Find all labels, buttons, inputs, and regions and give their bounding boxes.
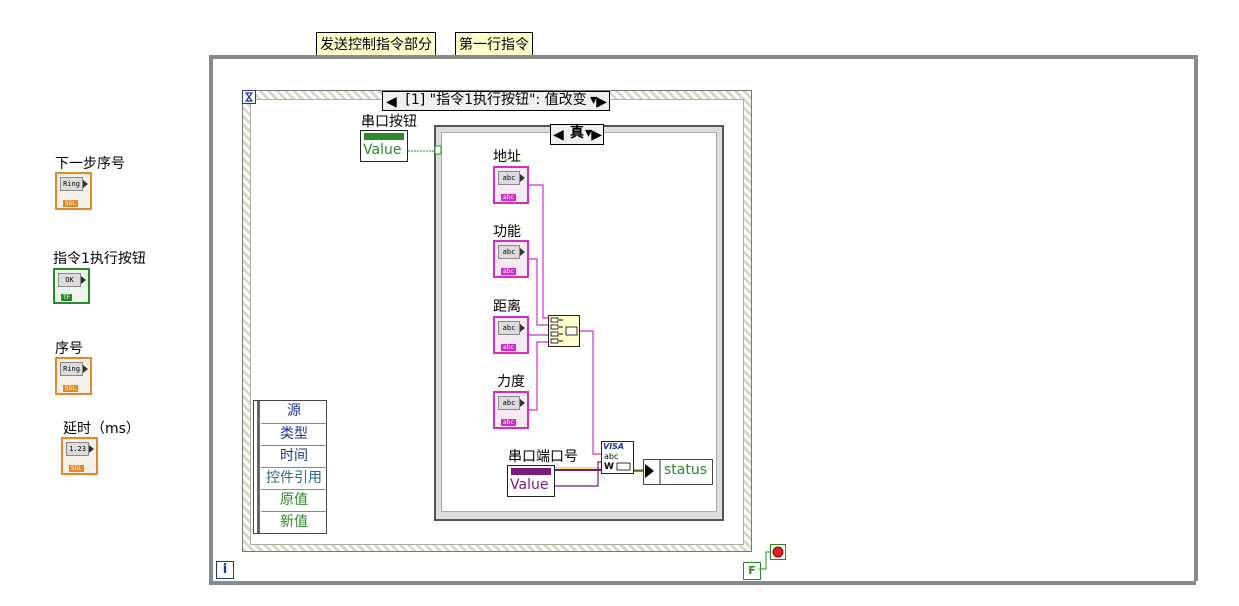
- wires: [408, 145, 770, 570]
